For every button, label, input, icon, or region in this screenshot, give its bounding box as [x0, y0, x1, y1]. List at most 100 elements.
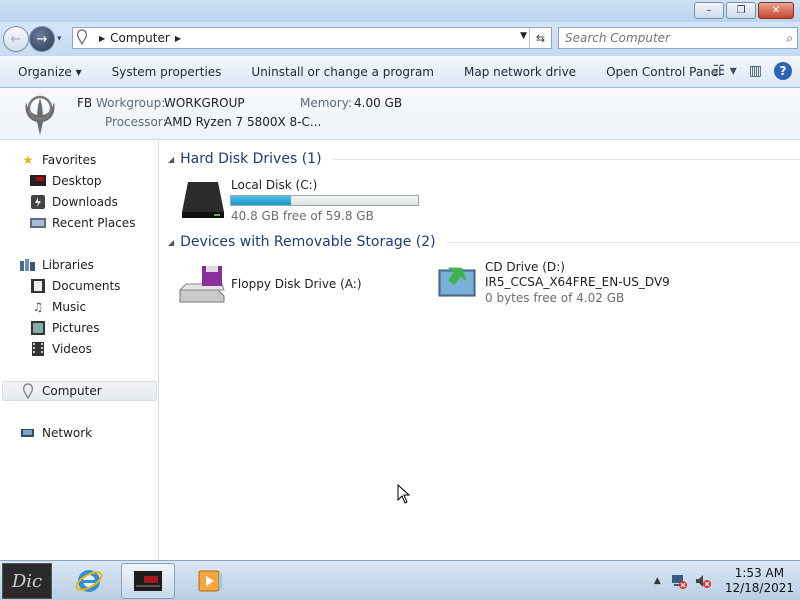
taskbar-media-player[interactable]: [183, 563, 237, 599]
memory-label: Memory:: [300, 96, 352, 110]
collapse-triangle-icon[interactable]: ◢: [168, 238, 174, 247]
drive-local-disk-c[interactable]: Local Disk (C:) 40.8 GB free of 59.8 GB: [180, 178, 420, 223]
back-arrow-icon: ←: [10, 31, 22, 47]
desktop-icon: [30, 174, 46, 188]
clock[interactable]: 1:53 AM 12/18/2021: [725, 566, 794, 596]
breadcrumb-separator-icon[interactable]: ▶: [99, 34, 105, 43]
taskbar-internet-explorer[interactable]: [62, 563, 116, 599]
navigation-pane: ★ Favorites Desktop Downloads Recent Pla…: [0, 140, 159, 560]
nav-favorites[interactable]: ★ Favorites: [20, 150, 97, 170]
nav-desktop[interactable]: Desktop: [30, 171, 102, 191]
downloads-icon: [30, 195, 46, 209]
address-history-dropdown[interactable]: ▼: [520, 31, 527, 41]
processor-value: AMD Ryzen 7 5800X 8-C...: [164, 115, 322, 129]
drive-usage-bar: [230, 195, 419, 206]
nav-label: Pictures: [52, 321, 100, 335]
address-row: ← → ▾ ▶ Computer ▶ ▼ ⇆ ⌕: [0, 22, 800, 56]
workgroup-value: WORKGROUP: [164, 96, 245, 110]
computer-icon: [20, 383, 36, 399]
clock-time: 1:53 AM: [734, 566, 785, 580]
nav-label: Documents: [52, 279, 121, 293]
forward-button[interactable]: →: [29, 26, 55, 52]
videos-icon: [30, 342, 46, 356]
nav-label: Network: [42, 426, 93, 440]
view-controls: ☷ ▾ ▥ ?: [713, 62, 792, 80]
explorer-folder-icon: [134, 571, 162, 591]
change-view-icon[interactable]: ☷ ▾: [713, 63, 737, 79]
nav-videos[interactable]: Videos: [30, 339, 92, 359]
drive-name: CD Drive (D:): [485, 260, 565, 274]
maximize-button[interactable]: ❐: [726, 2, 756, 19]
nav-downloads[interactable]: Downloads: [30, 192, 118, 212]
quake-logo-icon: [25, 95, 55, 135]
system-tray: ▲ 1:53 AM 12/18/2021: [654, 564, 794, 598]
breadcrumb-computer[interactable]: Computer: [110, 31, 170, 45]
window-controls: – ❐ ✕: [694, 2, 794, 19]
nav-label: Favorites: [42, 153, 97, 167]
collapse-triangle-icon[interactable]: ◢: [168, 155, 174, 164]
nav-label: Desktop: [52, 174, 102, 188]
drive-name: Local Disk (C:): [231, 178, 318, 192]
workgroup-label: Workgroup:: [96, 96, 166, 110]
system-properties-button[interactable]: System properties: [112, 65, 236, 79]
nav-label: Recent Places: [52, 216, 136, 230]
back-button[interactable]: ←: [3, 26, 29, 52]
volume-muted-icon[interactable]: [695, 573, 711, 589]
pictures-icon: [30, 321, 46, 335]
nav-libraries[interactable]: Libraries: [20, 255, 94, 275]
refresh-button[interactable]: ⇆: [529, 28, 551, 48]
drive-cd-d[interactable]: CD Drive (D:) IR5_CCSA_X64FRE_EN-US_DV9 …: [438, 260, 698, 308]
music-icon: ♫: [32, 300, 44, 314]
close-button[interactable]: ✕: [758, 2, 794, 19]
nav-computer[interactable]: Computer: [2, 381, 157, 401]
nav-music[interactable]: ♫ Music: [30, 297, 87, 317]
nav-documents[interactable]: Documents: [30, 276, 120, 296]
nav-recent-places[interactable]: Recent Places: [30, 213, 135, 233]
forward-arrow-icon: →: [36, 31, 48, 47]
title-bar: – ❐ ✕: [0, 0, 800, 22]
taskbar: Dic ▲ 1:53 AM 12/18/2021: [0, 560, 800, 600]
breadcrumb-expand-icon[interactable]: ▶: [175, 34, 181, 43]
computer-name: FB: [77, 96, 93, 110]
refresh-icon: ⇆: [535, 31, 546, 45]
computer-icon: [76, 28, 94, 48]
group-title: Devices with Removable Storage (2): [180, 234, 436, 250]
organize-menu[interactable]: Organize ▾: [18, 65, 96, 79]
nav-label: Libraries: [42, 258, 94, 272]
search-box[interactable]: ⌕: [558, 27, 798, 49]
floppy-drive-icon: [178, 266, 225, 303]
show-hidden-icons-icon[interactable]: ▲: [654, 576, 661, 586]
nav-label: Computer: [42, 384, 102, 398]
documents-icon: [30, 279, 46, 293]
memory-value: 4.00 GB: [354, 96, 403, 110]
drive-usage-fill: [231, 196, 291, 205]
uninstall-program-button[interactable]: Uninstall or change a program: [251, 65, 448, 79]
processor-label: Processor:: [105, 115, 167, 129]
map-network-drive-button[interactable]: Map network drive: [464, 65, 590, 79]
help-icon[interactable]: ?: [774, 62, 792, 80]
group-divider: [331, 158, 800, 160]
recent-places-icon: [30, 216, 46, 230]
group-removable-storage[interactable]: ◢ Devices with Removable Storage (2): [168, 234, 800, 250]
nav-pictures[interactable]: Pictures: [30, 318, 100, 338]
group-hard-disk-drives[interactable]: ◢ Hard Disk Drives (1): [168, 151, 800, 167]
hard-disk-icon: [182, 182, 224, 218]
details-pane: FB Workgroup: WORKGROUP Memory: 4.00 GB …: [0, 88, 800, 140]
group-divider: [445, 241, 800, 243]
taskbar-explorer-window[interactable]: [121, 563, 175, 599]
search-input[interactable]: [565, 31, 765, 45]
clock-date: 12/18/2021: [724, 581, 794, 595]
drive-floppy-a[interactable]: Floppy Disk Drive (A:): [178, 262, 398, 306]
nav-network[interactable]: Network: [20, 423, 92, 443]
content-area: ◢ Hard Disk Drives (1) Local Disk (C:) 4…: [160, 140, 800, 560]
drive-free-space: 40.8 GB free of 59.8 GB: [231, 209, 374, 223]
minimize-button[interactable]: –: [694, 2, 724, 19]
start-button[interactable]: Dic: [2, 563, 52, 599]
search-icon[interactable]: ⌕: [786, 31, 793, 46]
recent-pages-dropdown[interactable]: ▾: [57, 34, 62, 44]
preview-pane-icon[interactable]: ▥: [749, 63, 762, 79]
nav-label: Downloads: [52, 195, 118, 209]
cd-drive-icon: [438, 267, 476, 297]
address-bar[interactable]: ▶ Computer ▶ ▼ ⇆: [72, 27, 552, 49]
network-status-icon[interactable]: [671, 573, 687, 589]
